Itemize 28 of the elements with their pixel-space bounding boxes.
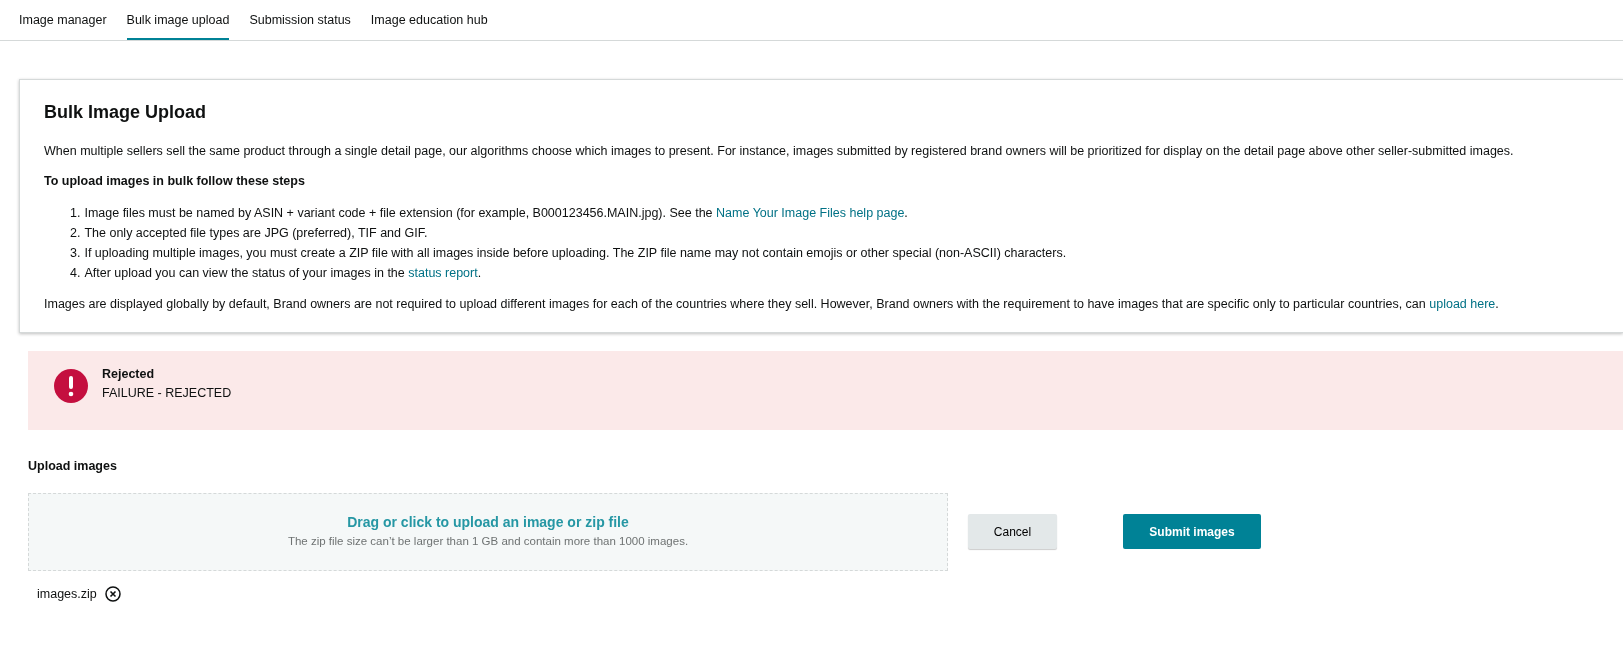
intro-text: When multiple sellers sell the same product through a single detail page, our algorithms choose which images to present. For instance, images submitted by registered brand owners will be prioritized for display on the detail page above other seller-submitted images. xyxy=(44,142,1515,160)
step-item: If uploading multiple images, you must create a ZIP file with all images inside before uploading. The ZIP file name may not contain emojis or other special (non-ASCII) characters. xyxy=(84,245,1067,263)
alert-title: Rejected xyxy=(102,365,156,383)
link[interactable]: status report xyxy=(408,266,478,281)
step-item: After upload you can view the status of your images in the status report. xyxy=(84,265,482,283)
step-number: 3. xyxy=(70,245,81,263)
error-icon xyxy=(54,368,88,403)
remove-icon[interactable] xyxy=(104,585,121,602)
drop-title: Drag or click to upload an image or zip file xyxy=(347,513,629,533)
tab[interactable]: Submission status xyxy=(249,0,351,40)
drop-zone[interactable]: Drag or click to upload an image or zip file The zip file size can’t be larger than 1 GB and contain more than 1000 images. xyxy=(28,492,948,571)
card-title: Bulk Image Upload xyxy=(44,102,208,124)
submit-button[interactable]: Submit images xyxy=(1123,514,1261,550)
step-item: Image files must be named by ASIN + variant code + file extension (for example, B000123456.MAIN.jpg). See the Name Your Image Files help page. xyxy=(84,205,908,223)
tab[interactable]: Image manager xyxy=(19,0,107,40)
footer-text: Images are displayed globally by default, Brand owners are not required to upload different images for each of the countries where they sell. However, Brand owners with the requirement to have images that are specific only to particular countries, can upload here. xyxy=(44,296,1500,314)
cancel-button[interactable]: Cancel xyxy=(968,514,1057,550)
file-name: images.zip xyxy=(37,585,97,603)
tab[interactable]: Image education hub xyxy=(370,0,488,40)
drop-hint: The zip file size can’t be larger than 1 GB and contain more than 1000 images. xyxy=(287,534,689,550)
step-number: 4. xyxy=(70,265,81,283)
step-number: 2. xyxy=(70,225,81,243)
alert-message: FAILURE - REJECTED xyxy=(102,384,232,402)
steps-heading: To upload images in bulk follow these steps xyxy=(44,173,306,191)
tab[interactable]: Bulk image upload xyxy=(126,0,230,40)
step-number: 1. xyxy=(70,205,81,223)
section-label: Upload images xyxy=(28,457,118,475)
step-item: The only accepted file types are JPG (preferred), TIF and GIF. xyxy=(84,225,428,243)
